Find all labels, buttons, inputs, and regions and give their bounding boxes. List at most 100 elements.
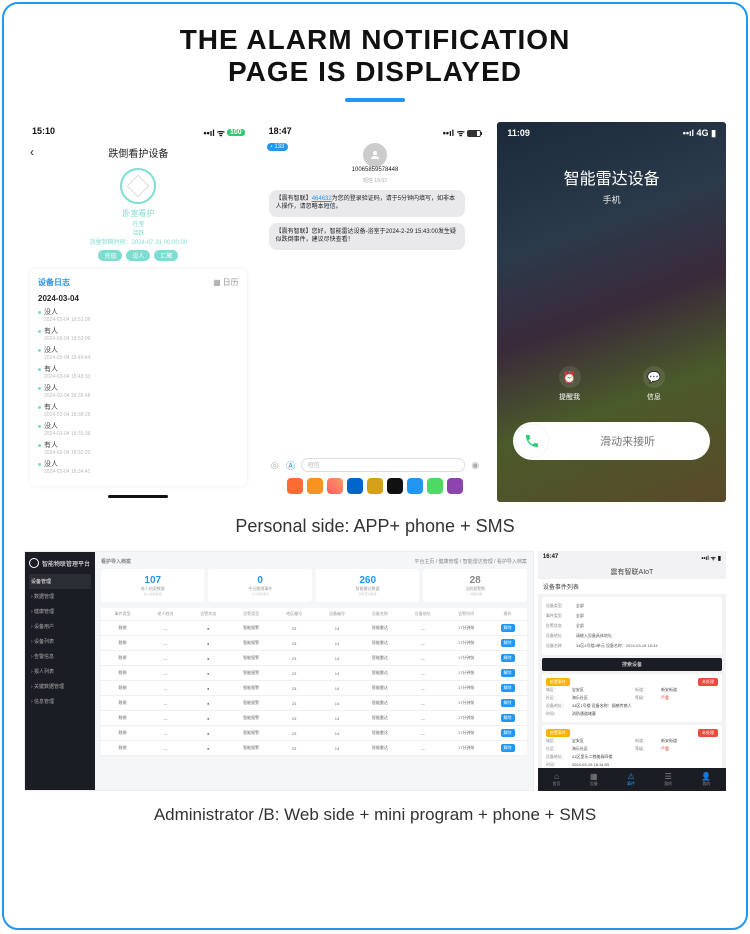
sms-bubble-2: 【震有智联】您好，智能雷达设备-浴室于2024-2-29 15:43:00发生疑… [269,223,466,250]
calendar-button[interactable]: ▦ 日历 [213,277,239,288]
dock-app[interactable] [367,478,383,494]
chip-edit[interactable]: 汇聚 [154,250,178,261]
sms-bubble-1: 【震有智联】464632为您的登录验证码，请于5分钟内填写，如非本人操作，请忽略… [269,190,466,217]
sidebar-item[interactable]: › 告警信息 [29,649,91,664]
dock-app[interactable] [287,478,303,494]
navbar: ‹ 跌倒看护设备 [24,143,253,162]
table-row: 跌倒—●智能报警2314智能雷达—17分钟前解除 [101,711,527,726]
alert-card: 处置事件未处理城区：宝安区街道：新安街道社区：海乐社区等级：严重设备地址：34区… [542,674,722,722]
sidebar-item[interactable]: › 设备列表 [29,634,91,649]
chip-set[interactable]: 设人 [126,250,150,261]
form-row[interactable]: 设备类型全部 [546,601,718,611]
table-header: 告警状态 [187,608,230,621]
tab-item[interactable]: ⚠事件 [627,772,635,787]
status-time: 11:09 [507,128,530,139]
form-row[interactable]: 设备名称34区4号楼4单元 设备名称：2024-03-18 16:34 [546,641,718,651]
status-time: 15:10 [32,126,55,139]
alerts-table: 事件类型老人姓名告警状态告警类型地区编号设备编号设备名称设备地址告警时间操作 跌… [101,608,527,756]
chip-recharge[interactable]: 充值 [98,250,122,261]
dock-app[interactable] [307,478,323,494]
dock-app[interactable] [407,478,423,494]
back-button[interactable]: ‹ [30,145,34,159]
sidebar-item[interactable]: › 报人列表 [29,664,91,679]
resolve-button[interactable]: 解除 [501,714,515,722]
message-button[interactable]: 💬 信息 [643,366,665,402]
device-expire: 流量到期时间：2024-07-31 00:00:00 [24,237,253,246]
device-header: 卧室看护 在室 活跃 流量到期时间：2024-07-31 00:00:00 充值… [24,168,253,261]
log-item: 没人2024-03-04 18:52:09 [38,307,239,323]
query-button[interactable]: 搜索设备 [542,658,722,671]
log-item: 有人2024-03-04 18:48:33 [38,364,239,380]
resolve-button[interactable]: 解除 [501,669,515,677]
mini-subtitle: 设备事件列表 [538,579,726,594]
signal-icon: ••ıl [203,128,214,138]
sidebar-section[interactable]: 设备管理 [29,574,91,589]
dock-app[interactable] [347,478,363,494]
camera-icon[interactable]: ◎ [269,459,281,471]
dock-app[interactable] [327,478,343,494]
resolve-button[interactable]: 解除 [501,729,515,737]
resolve-button[interactable]: 解除 [501,684,515,692]
table-row: 跌倒—●智能报警2314智能雷达—17分钟前解除 [101,621,527,636]
sidebar-item[interactable]: › 健康管理 [29,604,91,619]
delete-button[interactable]: 未处理 [698,678,718,686]
resolve-button[interactable]: 解除 [501,624,515,632]
mic-icon[interactable]: ◉ [469,459,481,471]
mini-program-screenshot: 16:47 ••ıl ᯤ ▮ 震有智联AIoT 设备事件列表 设备类型全部事件类… [538,551,726,791]
battery-icon: ▮ [711,128,716,138]
stat-cards: 107老人档案数据在人档案数量0今日跌倒事件今日跌倒事件260智能雷达数量智能雷… [101,569,527,602]
delete-button[interactable]: 未处理 [698,729,718,737]
web-admin-screenshot: 智能物联管理平台 设备管理 › 数据管理› 健康管理› 设备用户› 设备列表› … [24,551,534,791]
title-underline [345,98,405,102]
tab-item[interactable]: 👤我的 [701,772,711,787]
compose-input[interactable]: 短信 [301,458,466,472]
sms-header: ‹ 133 10065859578448 [261,143,490,173]
resolve-button[interactable]: 解除 [501,699,515,707]
table-row: 跌倒—●智能报警2314智能雷达—17分钟前解除 [101,666,527,681]
log-item: 没人2024-03-04 18:48:44 [38,345,239,361]
appstore-icon[interactable]: Ⓐ [285,459,297,471]
caller-info: 智能雷达设备 手机 [497,165,726,206]
caller-sub: 手机 [497,193,726,206]
compose-bar: ◎ Ⓐ 短信 ◉ [269,458,482,472]
resolve-button[interactable]: 解除 [501,654,515,662]
dock-app[interactable] [387,478,403,494]
back-pill[interactable]: ‹ 133 [267,143,289,151]
dock-app[interactable] [447,478,463,494]
slide-to-answer[interactable]: 滑动来接听 [513,422,710,460]
table-header: 事件类型 [101,608,144,621]
sms-code-link[interactable]: 464632 [312,196,332,202]
sidebar-item[interactable]: › 关键数据管理 [29,679,91,694]
wifi-icon: ᯤ [457,128,465,138]
device-state: 在室 [24,219,253,228]
log-item: 有人2024-03-04 18:52:09 [38,326,239,342]
status-time: 18:47 [269,126,292,139]
resolve-button[interactable]: 解除 [501,639,515,647]
log-title: 设备日志 [38,277,70,288]
wifi-icon: ᯤ [217,126,225,139]
form-row[interactable]: 告警状态全部 [546,621,718,631]
resolve-button[interactable]: 解除 [501,744,515,752]
tab-item[interactable]: ▦设备 [590,772,598,787]
avatar-icon [363,143,387,167]
signal-icon: ••ıl [683,128,694,138]
tab-item[interactable]: ☰我的 [664,772,672,787]
form-row[interactable]: 设备地址请输入设备具体地址 [546,631,718,641]
caller-name: 智能雷达设备 [497,165,726,189]
calendar-icon: ▦ [213,278,221,287]
navbar-title: 跌倒看护设备 [108,149,168,160]
table-header: 设备地址 [401,608,444,621]
dock-app[interactable] [427,478,443,494]
table-row: 跌倒—●智能报警2314智能雷达—17分钟前解除 [101,681,527,696]
sidebar-item[interactable]: › 信息管理 [29,694,91,709]
page-title: THE ALARM NOTIFICATIONPAGE IS DISPLAYED [24,24,726,88]
breadcrumb: 看护导入档案 平台主页 / 健康管理 / 智能雷达管理 / 看护导入档案 [101,558,527,565]
form-row[interactable]: 事件类型全部 [546,611,718,621]
remind-button[interactable]: ⏰ 提醒我 [559,366,581,402]
table-row: 跌倒—●智能报警2314智能雷达—17分钟前解除 [101,741,527,756]
sidebar-item[interactable]: › 设备用户 [29,619,91,634]
slide-label: 滑动来接听 [548,433,707,449]
sidebar-item[interactable]: › 数据管理 [29,589,91,604]
table-row: 跌倒—●智能报警2314智能雷达—17分钟前解除 [101,726,527,741]
tab-item[interactable]: ⌂首页 [553,772,561,787]
